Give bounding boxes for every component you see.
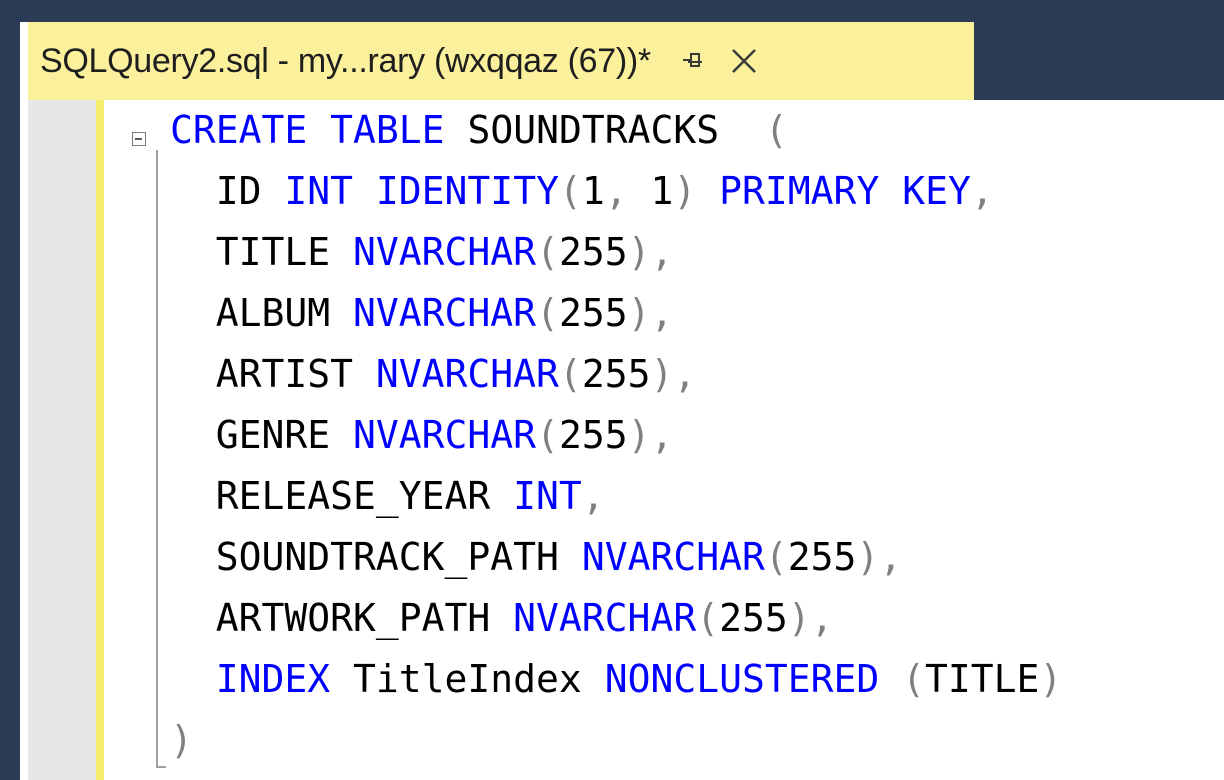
sql-identifier: 255: [581, 352, 651, 396]
code-line[interactable]: INDEX TitleIndex NONCLUSTERED (TITLE): [170, 649, 1224, 710]
selection-margin: [28, 100, 96, 780]
code-text[interactable]: CREATE TABLE SOUNDTRACKS ( ID INT IDENTI…: [170, 100, 1224, 771]
sql-identifier: ID: [170, 169, 285, 213]
sql-keyword: INT: [513, 474, 582, 518]
sql-identifier: [879, 657, 902, 701]
sql-identifier: [879, 169, 902, 213]
code-line[interactable]: TITLE NVARCHAR(255),: [170, 222, 1224, 283]
sql-keyword: NVARCHAR: [353, 230, 537, 274]
sql-identifier: TitleIndex: [330, 657, 605, 701]
sql-punctuation: (: [696, 596, 720, 640]
sql-punctuation: (: [558, 169, 582, 213]
document-well-top: [0, 0, 1224, 22]
sql-identifier: GENRE: [170, 413, 354, 457]
sql-identifier: 1: [581, 169, 605, 213]
sql-keyword: IDENTITY: [375, 169, 559, 213]
sql-keyword: CREATE: [170, 108, 308, 152]
sql-identifier: TITLE: [925, 657, 1040, 701]
sql-punctuation: (: [536, 230, 559, 274]
sql-keyword: NVARCHAR: [353, 291, 537, 335]
code-line[interactable]: RELEASE_YEAR INT,: [170, 466, 1224, 527]
code-line[interactable]: CREATE TABLE SOUNDTRACKS (: [170, 100, 1224, 161]
close-icon[interactable]: [727, 44, 761, 78]
window-left-border: [0, 0, 20, 780]
ssms-query-window: SQLQuery2.sql - my...rary (wxqqaz (67))*…: [0, 0, 1224, 780]
sql-keyword: TABLE: [330, 108, 445, 152]
code-line[interactable]: ALBUM NVARCHAR(255),: [170, 283, 1224, 344]
code-line[interactable]: ARTWORK_PATH NVARCHAR(255),: [170, 588, 1224, 649]
sql-punctuation: ): [673, 169, 697, 213]
sql-punctuation: ,: [581, 474, 605, 518]
sql-punctuation: ),: [627, 413, 674, 457]
sql-keyword: NVARCHAR: [513, 596, 697, 640]
sql-keyword: INDEX: [215, 657, 331, 701]
sql-punctuation: ),: [627, 291, 674, 335]
sql-punctuation: (: [536, 291, 559, 335]
sql-punctuation: (: [902, 657, 926, 701]
code-line[interactable]: ID INT IDENTITY(1, 1) PRIMARY KEY,: [170, 161, 1224, 222]
sql-identifier: SOUNDTRACK_PATH: [170, 535, 582, 579]
tab-strip-empty: [974, 22, 1224, 100]
sql-keyword: NVARCHAR: [375, 352, 559, 396]
outline-guide: [156, 150, 158, 768]
sql-identifier: RELEASE_YEAR: [170, 474, 514, 518]
change-tracking-bar: [96, 100, 104, 780]
sql-identifier: [696, 169, 719, 213]
sql-punctuation: ),: [627, 230, 674, 274]
sql-identifier: ARTWORK_PATH: [170, 596, 514, 640]
sql-identifier: ALBUM: [170, 291, 354, 335]
sql-punctuation: ),: [856, 535, 903, 579]
sql-punctuation: ),: [787, 596, 834, 640]
sql-identifier: 1: [650, 169, 674, 213]
sql-identifier: [353, 169, 376, 213]
code-line[interactable]: SOUNDTRACK_PATH NVARCHAR(255),: [170, 527, 1224, 588]
sql-identifier: 255: [719, 596, 788, 640]
sql-punctuation: ),: [650, 352, 697, 396]
sql-identifier: 255: [558, 230, 628, 274]
sql-keyword: NONCLUSTERED: [604, 657, 880, 701]
collapse-toggle-icon[interactable]: [132, 132, 146, 146]
sql-identifier: TITLE: [170, 230, 354, 274]
code-line[interactable]: ARTIST NVARCHAR(255),: [170, 344, 1224, 405]
document-tab[interactable]: SQLQuery2.sql - my...rary (wxqqaz (67))*: [28, 22, 974, 100]
sql-punctuation: (: [764, 535, 788, 579]
sql-keyword: NVARCHAR: [581, 535, 765, 579]
sql-identifier: 255: [558, 291, 628, 335]
sql-punctuation: ,: [604, 169, 651, 213]
sql-identifier: ARTIST: [170, 352, 376, 396]
sql-identifier: [170, 657, 216, 701]
code-line[interactable]: GENRE NVARCHAR(255),: [170, 405, 1224, 466]
sql-identifier: 255: [558, 413, 628, 457]
sql-punctuation: ): [1039, 657, 1063, 701]
pin-icon[interactable]: [681, 48, 707, 74]
sql-identifier: 255: [787, 535, 857, 579]
sql-punctuation: ,: [970, 169, 994, 213]
sql-identifier: SOUNDTRACKS: [444, 108, 765, 152]
sql-keyword: INT: [284, 169, 354, 213]
sql-keyword: PRIMARY: [719, 169, 880, 213]
tab-title: SQLQuery2.sql - my...rary (wxqqaz (67))*: [40, 41, 651, 80]
sql-punctuation: (: [558, 352, 582, 396]
sql-keyword: NVARCHAR: [353, 413, 537, 457]
sql-punctuation: (: [536, 413, 559, 457]
code-line[interactable]: ): [170, 710, 1224, 771]
outline-guide-end: [156, 766, 166, 768]
sql-identifier: [307, 108, 330, 152]
sql-punctuation: ): [170, 718, 193, 762]
sql-keyword: KEY: [902, 169, 971, 213]
code-editor[interactable]: CREATE TABLE SOUNDTRACKS ( ID INT IDENTI…: [28, 100, 1224, 780]
sql-punctuation: (: [764, 108, 788, 152]
